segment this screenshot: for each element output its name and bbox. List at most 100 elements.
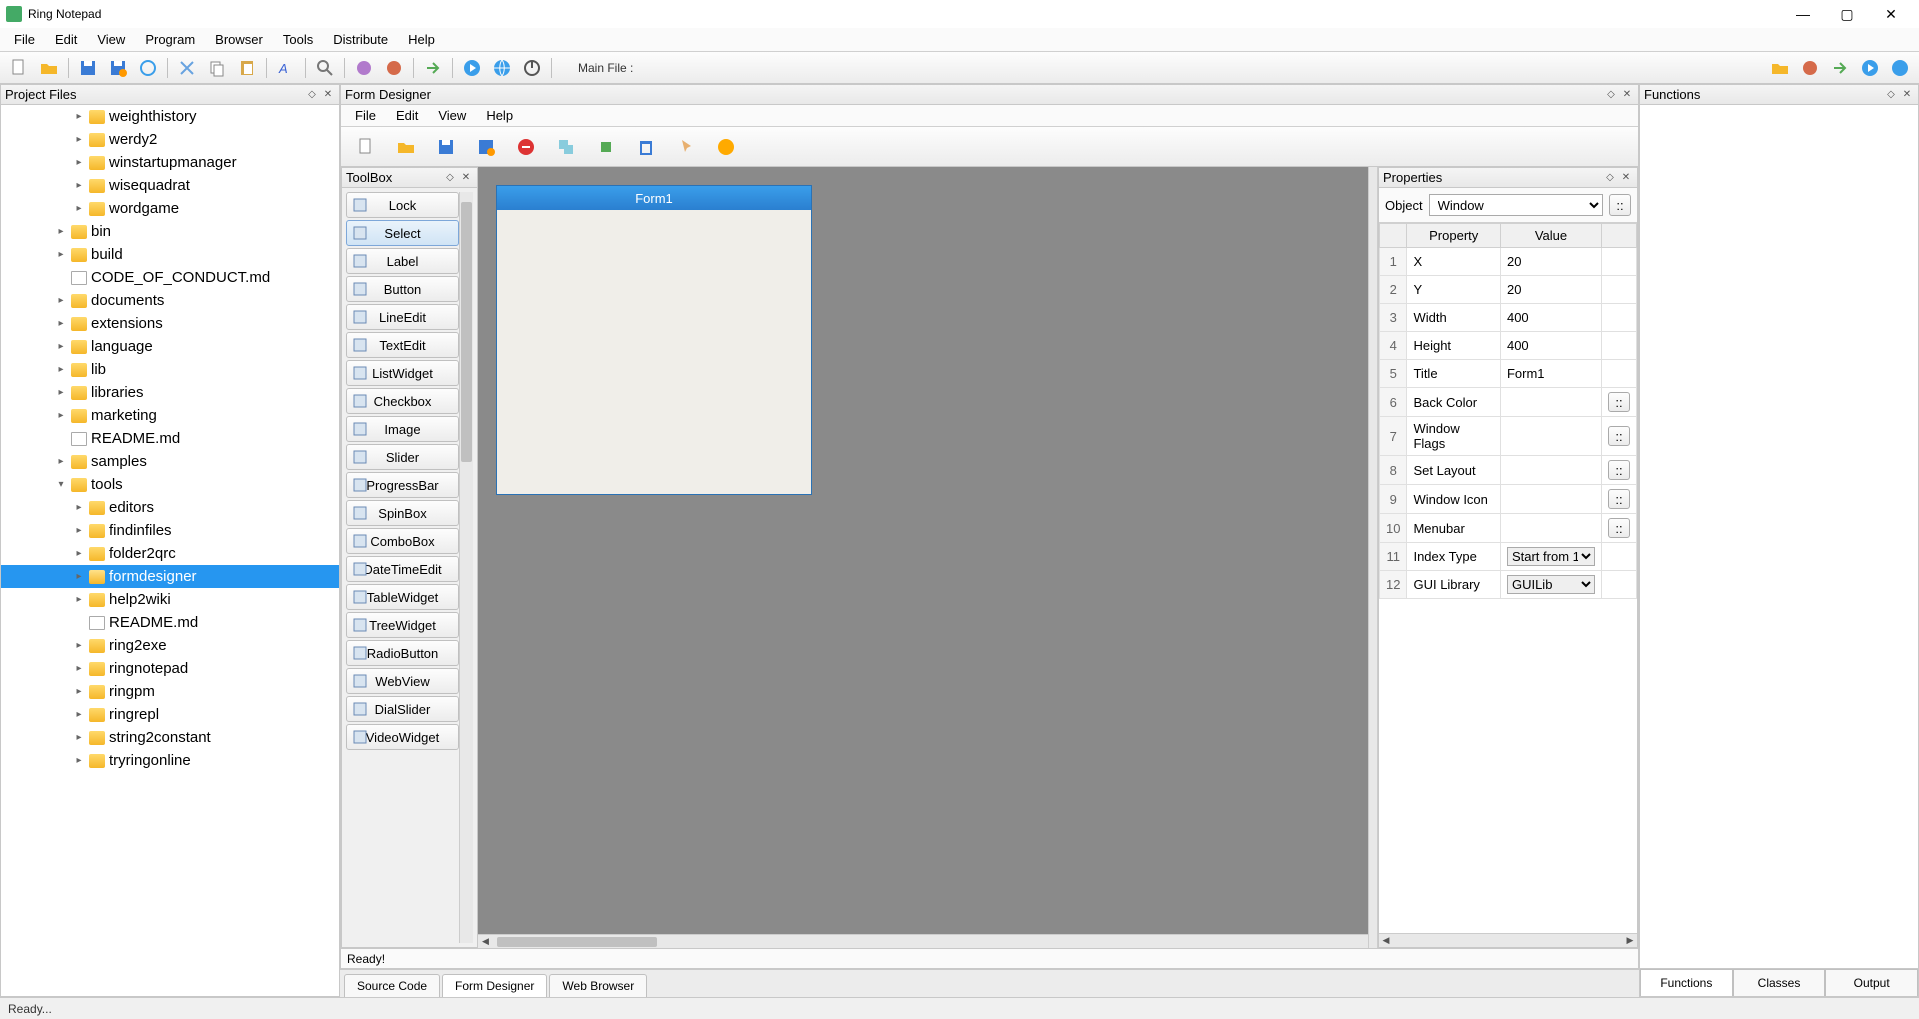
functions-list[interactable] <box>1640 105 1918 968</box>
property-value[interactable] <box>1500 485 1601 514</box>
form-window[interactable]: Form1 <box>496 185 812 495</box>
globe-icon[interactable] <box>489 55 515 81</box>
tree-node[interactable]: ▸bin <box>1 220 339 243</box>
open-folder-icon[interactable] <box>1767 55 1793 81</box>
properties-table[interactable]: Property Value 1X202Y203Width4004Height4… <box>1379 223 1637 933</box>
toolbox-webview[interactable]: WebView <box>346 668 459 694</box>
expander-icon[interactable]: ▸ <box>55 226 67 237</box>
designer-canvas[interactable]: Form1 <box>478 167 1368 934</box>
property-select[interactable]: GUILib <box>1507 575 1595 594</box>
toolbox-datetimeedit[interactable]: DateTimeEdit <box>346 556 459 582</box>
property-value[interactable]: 400 <box>1500 332 1601 360</box>
paste-icon[interactable] <box>234 55 260 81</box>
tree-node[interactable]: ▸lib <box>1 358 339 381</box>
expander-icon[interactable]: ▸ <box>73 594 85 605</box>
menu-view[interactable]: View <box>87 29 135 50</box>
help-icon[interactable] <box>711 132 741 162</box>
expander-icon[interactable]: ▸ <box>73 686 85 697</box>
expander-icon[interactable]: ▸ <box>73 732 85 743</box>
cut-icon[interactable] <box>174 55 200 81</box>
toolbox-scrollbar[interactable] <box>459 192 473 943</box>
pointer-icon[interactable] <box>671 132 701 162</box>
toolbox-radiobutton[interactable]: RadioButton <box>346 640 459 666</box>
gear-orange-icon[interactable] <box>1797 55 1823 81</box>
tab-source-code[interactable]: Source Code <box>344 974 440 997</box>
delete-icon[interactable] <box>511 132 541 162</box>
expander-icon[interactable]: ▸ <box>73 134 85 145</box>
expander-icon[interactable]: ▸ <box>73 157 85 168</box>
panel-close-icon[interactable]: ✕ <box>1900 88 1914 102</box>
toolbox-combobox[interactable]: ComboBox <box>346 528 459 554</box>
menu-browser[interactable]: Browser <box>205 29 273 50</box>
play2-icon[interactable] <box>1857 55 1883 81</box>
toolbox-tablewidget[interactable]: TableWidget <box>346 584 459 610</box>
tree-node[interactable]: ▸tryringonline <box>1 749 339 772</box>
designer-menu-edit[interactable]: Edit <box>386 106 428 125</box>
tree-node[interactable]: CODE_OF_CONDUCT.md <box>1 266 339 289</box>
bring-front-icon[interactable] <box>591 132 621 162</box>
menu-help[interactable]: Help <box>398 29 445 50</box>
expander-icon[interactable]: ▸ <box>55 410 67 421</box>
new-form-icon[interactable] <box>351 132 381 162</box>
expander-icon[interactable]: ▸ <box>55 456 67 467</box>
toolbox-treewidget[interactable]: TreeWidget <box>346 612 459 638</box>
expander-icon[interactable]: ▸ <box>73 111 85 122</box>
expander-icon[interactable]: ▸ <box>73 502 85 513</box>
expander-icon[interactable]: ▸ <box>73 548 85 559</box>
property-value[interactable] <box>1500 514 1601 543</box>
power-icon[interactable] <box>519 55 545 81</box>
panel-undock-icon[interactable]: ◇ <box>443 171 457 185</box>
duplicate-icon[interactable] <box>551 132 581 162</box>
expander-icon[interactable]: ▸ <box>73 663 85 674</box>
tree-node[interactable]: ▸extensions <box>1 312 339 335</box>
toolbox-lock[interactable]: Lock <box>346 192 459 218</box>
panel-close-icon[interactable]: ✕ <box>1619 171 1633 185</box>
toolbox-button[interactable]: Button <box>346 276 459 302</box>
search-icon[interactable] <box>312 55 338 81</box>
panel-undock-icon[interactable]: ◇ <box>1603 171 1617 185</box>
expander-icon[interactable]: ▸ <box>73 571 85 582</box>
tree-node[interactable]: ▸ringpm <box>1 680 339 703</box>
menu-file[interactable]: File <box>4 29 45 50</box>
toolbox-checkbox[interactable]: Checkbox <box>346 388 459 414</box>
refresh-icon[interactable] <box>135 55 161 81</box>
toolbox-select[interactable]: Select <box>346 220 459 246</box>
tree-node[interactable]: ▸documents <box>1 289 339 312</box>
tree-node[interactable]: ▸string2constant <box>1 726 339 749</box>
open-form-icon[interactable] <box>391 132 421 162</box>
toolbox-textedit[interactable]: TextEdit <box>346 332 459 358</box>
arrow-right2-icon[interactable] <box>1827 55 1853 81</box>
expander-icon[interactable]: ▾ <box>55 479 67 490</box>
open-file-icon[interactable] <box>36 55 62 81</box>
panel-close-icon[interactable]: ✕ <box>1620 88 1634 102</box>
panel-undock-icon[interactable]: ◇ <box>305 88 319 102</box>
tree-node[interactable]: ▸marketing <box>1 404 339 427</box>
tree-node[interactable]: ▸ringnotepad <box>1 657 339 680</box>
tab-functions[interactable]: Functions <box>1640 969 1733 996</box>
expander-icon[interactable]: ▸ <box>55 341 67 352</box>
property-more-button[interactable]: :: <box>1608 460 1630 480</box>
expander-icon[interactable]: ▸ <box>73 525 85 536</box>
tree-node[interactable]: ▸formdesigner <box>1 565 339 588</box>
designer-menu-help[interactable]: Help <box>476 106 523 125</box>
gear-red-icon[interactable] <box>381 55 407 81</box>
trash-icon[interactable] <box>631 132 661 162</box>
property-value[interactable]: 400 <box>1500 304 1601 332</box>
expander-icon[interactable]: ▸ <box>55 249 67 260</box>
panel-undock-icon[interactable]: ◇ <box>1884 88 1898 102</box>
object-more-button[interactable]: :: <box>1609 194 1631 216</box>
tree-node[interactable]: ▸ring2exe <box>1 634 339 657</box>
tree-node[interactable]: ▸ringrepl <box>1 703 339 726</box>
copy-icon[interactable] <box>204 55 230 81</box>
menu-tools[interactable]: Tools <box>273 29 323 50</box>
toolbox-image[interactable]: Image <box>346 416 459 442</box>
play-icon[interactable] <box>459 55 485 81</box>
toolbox-slider[interactable]: Slider <box>346 444 459 470</box>
globe2-icon[interactable] <box>1887 55 1913 81</box>
save-form-icon[interactable] <box>431 132 461 162</box>
expander-icon[interactable]: ▸ <box>55 318 67 329</box>
maximize-button[interactable]: ▢ <box>1825 0 1869 28</box>
tree-node[interactable]: ▸wisequadrat <box>1 174 339 197</box>
panel-undock-icon[interactable]: ◇ <box>1604 88 1618 102</box>
tree-node[interactable]: README.md <box>1 427 339 450</box>
